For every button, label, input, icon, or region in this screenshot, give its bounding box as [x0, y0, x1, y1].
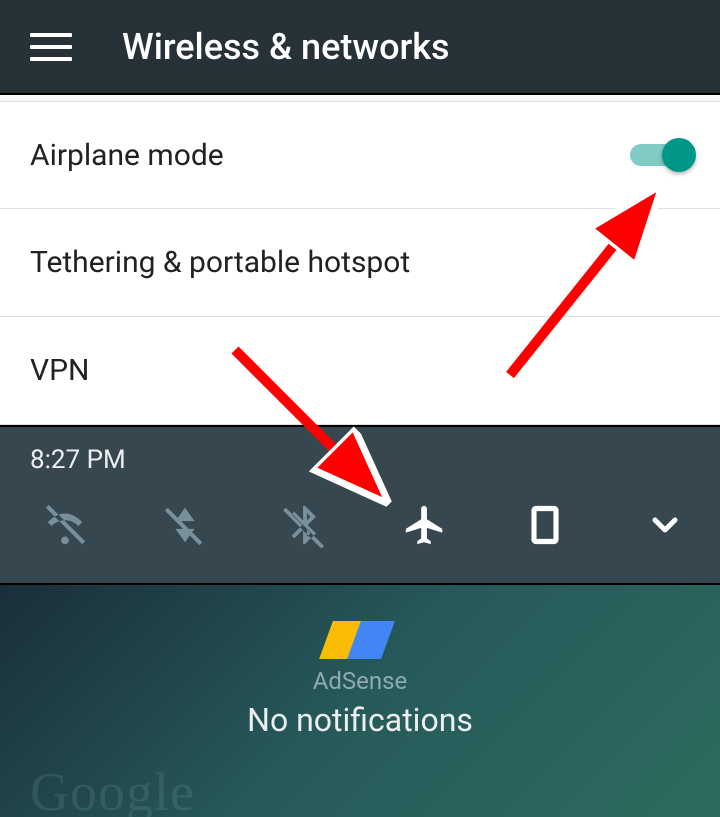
setting-vpn[interactable]: VPN [0, 317, 720, 425]
portrait-lock-icon[interactable] [520, 500, 570, 550]
adsense-label: AdSense [313, 667, 408, 695]
quick-settings-icons [30, 500, 690, 550]
quick-settings-panel: 8:27 PM [0, 425, 720, 585]
setting-label: Tethering & portable hotspot [30, 245, 410, 280]
wifi-off-icon[interactable] [40, 500, 90, 550]
clock-text: 8:27 PM [30, 445, 690, 475]
settings-list: Airplane mode Tethering & portable hotsp… [0, 95, 720, 425]
airplane-mode-toggle[interactable] [630, 142, 690, 168]
setting-label: VPN [30, 353, 89, 388]
adsense-logo-icon [332, 621, 388, 659]
app-header: Wireless & networks [0, 0, 720, 95]
setting-tethering[interactable]: Tethering & portable hotspot [0, 209, 720, 317]
chevron-down-icon[interactable] [640, 500, 690, 550]
notification-area: AdSense No notifications Google [0, 585, 720, 817]
google-watermark: Google [30, 761, 195, 817]
no-notifications-text: No notifications [247, 701, 473, 739]
bluetooth-off-icon[interactable] [280, 500, 330, 550]
airplane-icon[interactable] [400, 500, 450, 550]
setting-label: Airplane mode [30, 138, 224, 173]
menu-icon[interactable] [30, 33, 72, 61]
page-title: Wireless & networks [122, 26, 450, 68]
setting-airplane-mode[interactable]: Airplane mode [0, 101, 720, 209]
mobile-data-off-icon[interactable] [160, 500, 210, 550]
